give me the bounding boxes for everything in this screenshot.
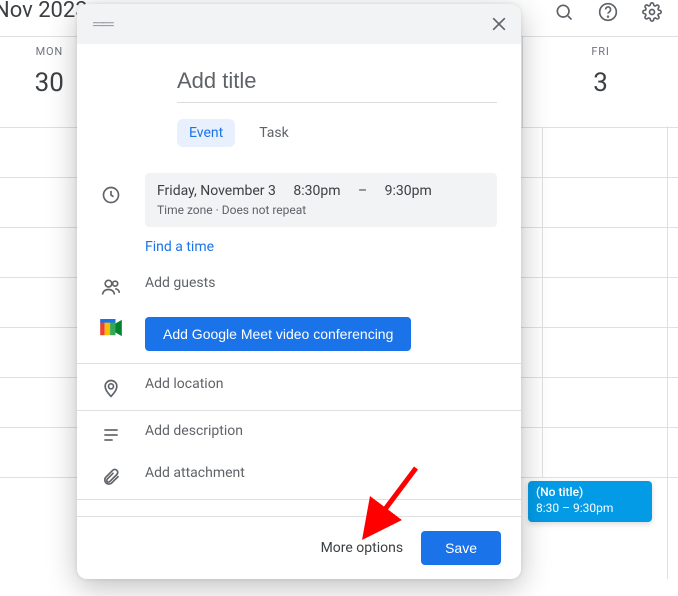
- more-options-button[interactable]: More options: [321, 540, 404, 556]
- topbar: [538, 0, 678, 24]
- month-label: Nov 2023: [0, 0, 88, 23]
- dialog-scroll[interactable]: Event Task Friday, November 3 8:30pm – 9…: [77, 44, 521, 516]
- title-input[interactable]: [177, 64, 497, 103]
- add-description[interactable]: Add description: [145, 423, 497, 439]
- find-time-link[interactable]: Find a time: [145, 239, 497, 255]
- save-button[interactable]: Save: [421, 531, 501, 565]
- add-attachment[interactable]: Add attachment: [145, 465, 497, 481]
- event-start: 8:30pm: [293, 183, 340, 199]
- event-chip-title: (No title): [536, 485, 644, 501]
- add-meet-button[interactable]: Add Google Meet video conferencing: [145, 317, 411, 351]
- event-dash: –: [358, 183, 367, 199]
- tab-event[interactable]: Event: [177, 119, 235, 147]
- event-date: Friday, November 3: [157, 183, 276, 199]
- add-guests[interactable]: Add guests: [145, 275, 497, 291]
- time-block[interactable]: Friday, November 3 8:30pm – 9:30pm Time …: [145, 173, 497, 227]
- dialog-header: ══: [77, 4, 521, 44]
- event-end: 9:30pm: [385, 183, 432, 199]
- day-number: 3: [523, 68, 678, 98]
- event-chip[interactable]: (No title) 8:30 – 9:30pm: [528, 481, 652, 522]
- time-subtext: Time zone · Does not repeat: [157, 203, 485, 217]
- guests-icon: [77, 275, 145, 297]
- add-location[interactable]: Add location: [145, 376, 497, 392]
- clock-icon: [77, 173, 145, 205]
- drag-handle-icon[interactable]: ══: [93, 14, 112, 34]
- attachment-icon: [77, 465, 145, 487]
- weekday-label: FRI: [523, 45, 678, 58]
- quick-create-dialog: ══ Event Task Friday, November 3 8:30pm: [77, 4, 521, 579]
- event-chip-time: 8:30 – 9:30pm: [536, 501, 644, 517]
- weekday-cell-fri[interactable]: FRI 3: [523, 37, 678, 127]
- meet-icon: [77, 317, 145, 337]
- location-icon: [77, 376, 145, 398]
- search-icon[interactable]: [554, 2, 574, 22]
- close-icon[interactable]: [489, 14, 509, 34]
- settings-icon[interactable]: [642, 2, 662, 22]
- description-icon: [77, 423, 145, 445]
- dialog-footer: More options Save: [77, 516, 521, 579]
- tab-task[interactable]: Task: [247, 119, 301, 147]
- help-icon[interactable]: [598, 2, 618, 22]
- allday-divider: [667, 126, 668, 579]
